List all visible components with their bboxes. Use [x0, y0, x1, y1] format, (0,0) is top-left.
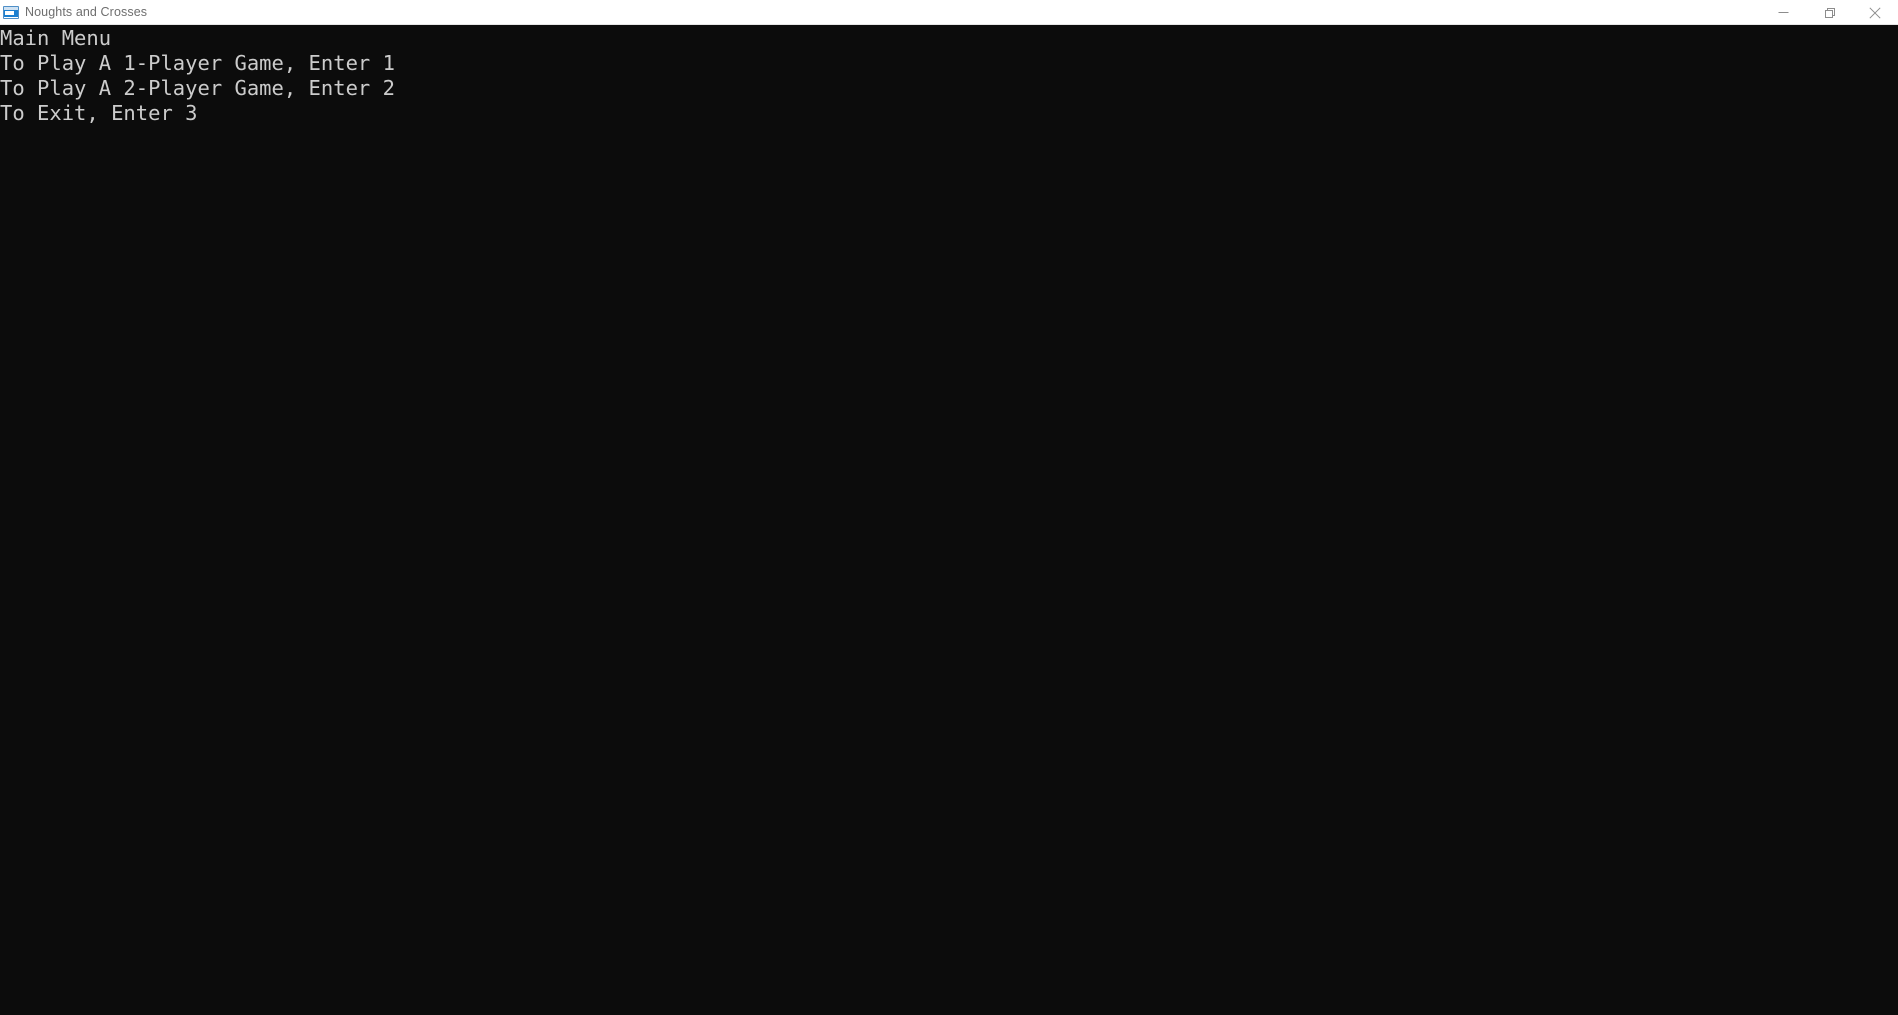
console-window: Noughts and Crosses Main Menu To Play A … [0, 0, 1898, 1015]
console-line-heading: Main Menu [0, 26, 112, 50]
window-title: Noughts and Crosses [25, 5, 148, 19]
close-icon [1869, 6, 1881, 19]
close-button[interactable] [1852, 0, 1898, 25]
console-line-option-1: To Play A 1-Player Game, Enter 1 [0, 51, 395, 75]
title-bar-drag-area[interactable] [147, 0, 1760, 25]
title-bar[interactable]: Noughts and Crosses [0, 0, 1898, 25]
console-client-area[interactable]: Main Menu To Play A 1-Player Game, Enter … [0, 25, 1898, 1015]
minimize-button[interactable] [1760, 0, 1806, 25]
window-controls [1760, 0, 1898, 25]
title-bar-left: Noughts and Crosses [0, 0, 147, 25]
console-line-option-3: To Exit, Enter 3 [0, 101, 198, 125]
console-line-option-2: To Play A 2-Player Game, Enter 2 [0, 76, 395, 100]
restore-button[interactable] [1806, 0, 1852, 25]
restore-icon [1825, 7, 1835, 18]
console-output: Main Menu To Play A 1-Player Game, Enter … [0, 25, 1898, 126]
console-window-icon [3, 5, 19, 21]
minimize-icon [1778, 12, 1788, 13]
